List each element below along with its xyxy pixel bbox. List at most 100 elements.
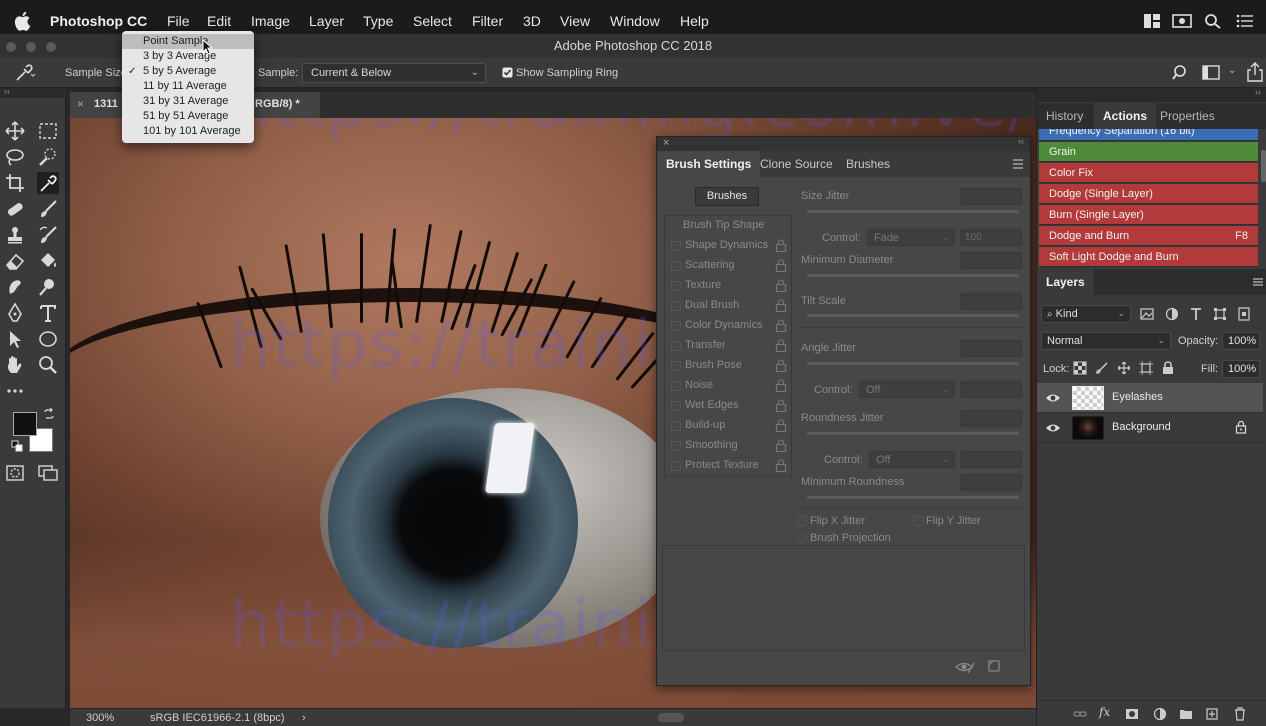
minimum-roundness-field[interactable] [960, 474, 1022, 491]
collapse-panel-icon[interactable]: ‹‹ [1018, 136, 1024, 146]
menu-window[interactable]: Window [610, 13, 660, 29]
menu-item-point-sample[interactable]: Point Sample [122, 34, 254, 49]
delete-layer-icon[interactable] [1233, 707, 1247, 721]
screen-record-icon[interactable] [1172, 13, 1192, 29]
roundness-control-field[interactable] [960, 451, 1022, 468]
option-dual-brush[interactable]: Dual Brush [665, 296, 791, 316]
eyedropper-tool[interactable] [37, 172, 59, 194]
collapse-dock-icon[interactable]: ›› [1255, 87, 1261, 97]
lock-image-pixels-icon[interactable] [1095, 361, 1109, 375]
quick-selection-tool[interactable] [37, 146, 59, 168]
close-panel-icon[interactable]: × [663, 137, 669, 149]
window-layout-icon[interactable] [1143, 13, 1161, 29]
menu-app-name[interactable]: Photoshop CC [50, 13, 147, 29]
lock-icon[interactable] [775, 419, 787, 432]
option-checkbox[interactable] [671, 321, 681, 331]
toggle-live-tip-preview-icon[interactable] [955, 659, 975, 675]
screen-mode-icon[interactable] [37, 464, 59, 482]
menu-3d[interactable]: 3D [523, 13, 541, 29]
option-transfer[interactable]: Transfer [665, 336, 791, 356]
lock-icon[interactable] [775, 239, 787, 252]
option-checkbox[interactable] [671, 301, 681, 311]
brush-projection-checkbox[interactable] [797, 533, 807, 543]
menu-layer[interactable]: Layer [309, 13, 344, 29]
tab-history[interactable]: History [1037, 103, 1092, 129]
brushes-button[interactable]: Brushes [695, 187, 759, 206]
eye-icon[interactable] [1045, 391, 1061, 405]
lock-icon[interactable] [775, 339, 787, 352]
crop-tool[interactable] [4, 172, 26, 194]
swap-colors-icon[interactable] [43, 408, 55, 420]
dodge-tool[interactable] [37, 276, 59, 298]
option-build-up[interactable]: Build-up [665, 416, 791, 436]
show-sampling-ring-checkbox[interactable] [502, 67, 513, 78]
new-adjustment-layer-icon[interactable] [1153, 707, 1167, 721]
flip-x-jitter-checkbox[interactable] [797, 516, 807, 526]
quick-mask-icon[interactable] [5, 464, 25, 482]
option-checkbox[interactable] [671, 381, 681, 391]
menu-item-3x3[interactable]: 3 by 3 Average [122, 49, 254, 64]
filter-adjustment-layers-icon[interactable] [1165, 307, 1179, 321]
marquee-tool[interactable] [37, 120, 59, 142]
option-checkbox[interactable] [671, 261, 681, 271]
new-group-icon[interactable] [1179, 707, 1193, 721]
layer-style-fx-icon[interactable]: fx [1099, 705, 1110, 719]
clone-stamp-tool[interactable] [4, 224, 26, 246]
control-number-field[interactable]: 100 [960, 229, 1022, 246]
more-tools-button[interactable] [4, 380, 26, 402]
lock-icon[interactable] [775, 399, 787, 412]
panel-menu-icon[interactable] [1012, 159, 1024, 169]
spotlight-search-icon[interactable] [1204, 13, 1222, 29]
notification-center-icon[interactable] [1236, 13, 1254, 29]
option-checkbox[interactable] [671, 401, 681, 411]
action-item[interactable]: Burn (Single Layer) [1039, 205, 1258, 225]
eye-icon[interactable] [1045, 421, 1061, 435]
ellipse-tool[interactable] [37, 328, 59, 350]
tab-clone-source[interactable]: Clone Source [751, 151, 842, 177]
history-brush-tool[interactable] [37, 224, 59, 246]
paint-bucket-tool[interactable] [37, 250, 59, 272]
add-layer-mask-icon[interactable] [1125, 707, 1139, 721]
share-icon[interactable] [1246, 62, 1264, 82]
eyedropper-preset-icon[interactable] [14, 64, 36, 82]
lock-icon[interactable] [775, 379, 787, 392]
angle-control-field[interactable] [960, 381, 1022, 398]
option-brush-tip-shape[interactable]: Brush Tip Shape [665, 216, 791, 236]
filter-type-layers-icon[interactable] [1189, 307, 1203, 321]
lock-icon[interactable] [1235, 420, 1247, 434]
close-document-icon[interactable]: × [77, 97, 84, 111]
menu-type[interactable]: Type [363, 13, 393, 29]
option-scattering[interactable]: Scattering [665, 256, 791, 276]
lock-icon[interactable] [775, 279, 787, 292]
menu-image[interactable]: Image [251, 13, 290, 29]
actions-scrollbar-thumb[interactable] [1261, 150, 1266, 182]
option-brush-pose[interactable]: Brush Pose [665, 356, 791, 376]
lock-all-icon[interactable] [1161, 361, 1175, 375]
control-select-angle[interactable]: Off ⌄ [859, 381, 955, 398]
opacity-field[interactable]: 100% [1222, 332, 1260, 350]
move-tool[interactable] [4, 120, 26, 142]
zoom-tool[interactable] [37, 354, 59, 376]
lock-artboard-icon[interactable] [1139, 361, 1153, 375]
option-protect-texture[interactable]: Protect Texture [665, 456, 791, 476]
tilt-scale-slider[interactable] [807, 314, 1019, 317]
tab-brush-settings[interactable]: Brush Settings [657, 151, 761, 177]
healing-brush-tool[interactable] [4, 198, 26, 220]
status-expand-arrow[interactable]: › [302, 712, 306, 724]
angle-jitter-field[interactable] [960, 340, 1022, 357]
option-checkbox[interactable] [671, 441, 681, 451]
action-item[interactable]: Dodge (Single Layer) [1039, 184, 1258, 204]
blend-mode-select[interactable]: Normal ⌄ [1041, 332, 1171, 350]
menu-edit[interactable]: Edit [207, 13, 231, 29]
minimum-diameter-slider[interactable] [807, 274, 1019, 277]
action-item[interactable]: Grain [1039, 142, 1258, 162]
option-noise[interactable]: Noise [665, 376, 791, 396]
layers-panel-menu-icon[interactable] [1253, 278, 1263, 286]
panel-drag-strip[interactable]: × ‹‹ [657, 136, 1030, 151]
option-checkbox[interactable] [671, 421, 681, 431]
tab-layers[interactable]: Layers [1037, 269, 1094, 295]
sample-size-label[interactable]: Sample Size [65, 67, 127, 79]
layer-thumbnail[interactable] [1072, 386, 1104, 410]
show-sampling-ring-label[interactable]: Show Sampling Ring [516, 67, 618, 79]
layer-name[interactable]: Eyelashes [1112, 391, 1163, 403]
